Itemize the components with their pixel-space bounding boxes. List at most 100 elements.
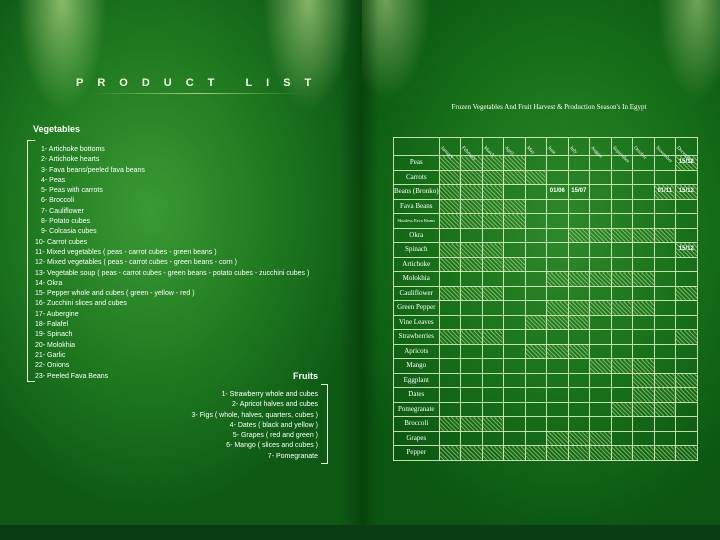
season-cell-active xyxy=(481,329,505,345)
season-cell xyxy=(524,184,548,200)
season-cell xyxy=(503,401,526,417)
table-row: Vine Leaves xyxy=(393,314,698,330)
season-cell xyxy=(546,416,569,432)
season-cell xyxy=(632,314,655,330)
season-cell xyxy=(589,343,612,359)
season-cell xyxy=(546,372,569,388)
vegetable-item: 21- Garlic xyxy=(35,351,66,359)
month-header: November xyxy=(653,137,677,164)
season-cell xyxy=(438,300,462,316)
harvest-season-table: January February March April May June July Augu… xyxy=(393,137,698,461)
season-cell-active xyxy=(546,445,569,461)
table-row: Green Pepper xyxy=(393,300,698,316)
season-cell xyxy=(610,256,634,272)
table-row: Spinach 15/12 xyxy=(393,242,698,258)
season-cell-active xyxy=(632,387,655,403)
season-cell xyxy=(653,198,677,214)
table-corner-cell xyxy=(393,137,440,156)
produce-name: Molokhia xyxy=(393,271,440,287)
season-cell xyxy=(503,358,526,374)
vegetable-item: 8- Potato cubes xyxy=(41,218,91,226)
produce-name: Peas xyxy=(393,155,440,171)
season-cell-active xyxy=(503,256,526,272)
season-date: 15/07 xyxy=(571,188,587,195)
season-cell xyxy=(524,285,548,301)
season-cell xyxy=(567,285,591,301)
season-cell xyxy=(589,256,612,272)
table-row: Pomegranate xyxy=(393,401,698,417)
season-cell xyxy=(546,155,569,171)
season-cell xyxy=(610,285,634,301)
month-header: February xyxy=(460,137,483,162)
vegetables-bracket xyxy=(27,140,35,382)
season-cell-active xyxy=(589,300,612,316)
season-cell xyxy=(610,242,634,258)
vegetable-item: 15- Pepper whole and cubes ( green - yel… xyxy=(35,290,195,298)
season-cell xyxy=(481,343,505,359)
season-cell-active xyxy=(503,198,526,214)
table-row: Broccoli xyxy=(393,416,698,432)
month-header-row: January February March April May June July Augu… xyxy=(393,137,698,164)
season-cell-active xyxy=(589,227,612,243)
season-cell-active xyxy=(460,184,483,200)
season-cell xyxy=(524,358,548,374)
season-cell-active xyxy=(460,445,483,461)
vegetable-item: 10- Carrot cubes xyxy=(35,238,88,246)
season-cell xyxy=(567,329,591,345)
fruit-item: 3- Figs ( whole, halves, quarters, cubes… xyxy=(191,411,318,419)
season-cell xyxy=(524,416,548,432)
season-cell xyxy=(524,256,548,272)
month-header: January xyxy=(438,137,462,160)
season-cell xyxy=(589,184,612,200)
fruit-item: 5- Grapes ( red and green ) xyxy=(232,432,318,440)
table-row: Beans (Bronko) 01/06 15/07 01/11 15/12 xyxy=(393,184,698,200)
fruit-item: 1- Strawberry whole and cubes xyxy=(221,391,319,398)
produce-name: Spinach xyxy=(393,242,440,258)
season-cell xyxy=(546,256,569,272)
season-cell-active xyxy=(524,169,548,185)
month-header: August xyxy=(589,137,612,159)
season-cell-active xyxy=(438,256,462,272)
season-cell-active xyxy=(567,227,591,243)
season-cell xyxy=(438,227,462,243)
season-cell-active xyxy=(653,227,677,243)
harvest-chart-title: Frozen Vegetables And Fruit Harvest & Pr… xyxy=(451,103,647,111)
produce-name: Mango xyxy=(393,358,440,374)
season-cell-active xyxy=(610,401,634,417)
produce-name: Beans (Bronko) xyxy=(393,184,440,200)
season-cell xyxy=(589,198,612,214)
month-label: July xyxy=(567,145,578,156)
season-cell xyxy=(460,343,483,359)
season-cell xyxy=(610,372,634,388)
season-cell-active xyxy=(632,300,655,316)
season-cell-active xyxy=(438,329,462,345)
produce-name: Artichoke xyxy=(393,256,440,272)
season-cell xyxy=(589,416,612,432)
season-cell xyxy=(503,242,526,258)
season-cell xyxy=(610,343,634,359)
season-cell xyxy=(438,271,462,287)
season-cell xyxy=(589,169,612,185)
season-cell xyxy=(524,198,548,214)
season-cell-active xyxy=(632,358,655,374)
vegetable-item: 1- Artichoke bottoms xyxy=(41,146,105,153)
season-cell xyxy=(460,314,483,330)
fruits-heading: Fruits xyxy=(293,371,319,381)
season-cell-active xyxy=(632,227,655,243)
season-cell xyxy=(460,387,483,403)
season-cell xyxy=(675,256,698,272)
season-cell-active xyxy=(481,213,505,229)
season-cell xyxy=(632,256,655,272)
season-cell xyxy=(524,372,548,388)
season-cell xyxy=(438,430,462,446)
season-cell xyxy=(632,285,655,301)
vegetable-item: 20- Molokhia xyxy=(35,341,76,349)
season-date: 01/06 xyxy=(549,188,565,195)
season-cell xyxy=(503,343,526,359)
month-header: October xyxy=(632,137,655,161)
table-row: Mango xyxy=(393,358,698,374)
season-cell-active xyxy=(675,329,698,345)
season-cell xyxy=(610,416,634,432)
season-cell xyxy=(546,358,569,374)
month-header: March xyxy=(481,137,505,159)
